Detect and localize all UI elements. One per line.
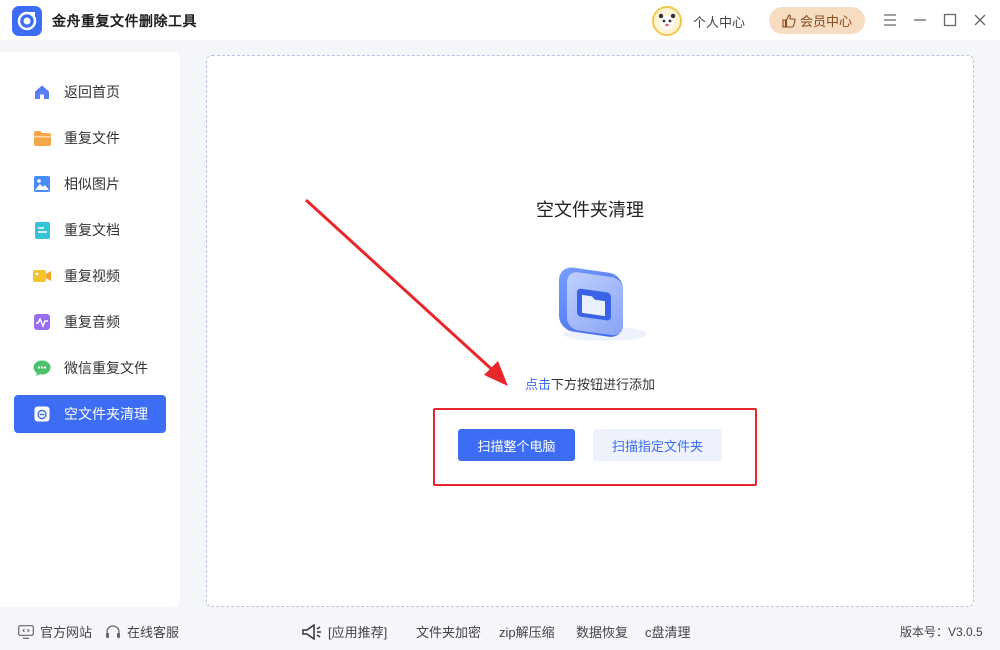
empty-folder-icon [33,405,51,423]
folder-illustration-icon [559,267,647,341]
app-recommend-label: [应用推荐] [328,625,388,640]
vip-center-label: 会员中心 [799,14,852,29]
document-icon [33,221,51,239]
hint-highlight: 点击 [524,377,551,392]
sidebar-item-empty-folder-cleanup[interactable]: 空文件夹清理 [14,395,166,433]
audio-icon [33,313,51,331]
sidebar-item-label: 重复文档 [64,222,120,238]
footer-link-c-drive-cleanup[interactable]: c盘清理 [645,622,691,641]
megaphone-icon [302,623,321,640]
sidebar-item-label: 重复文件 [64,130,120,146]
wechat-icon [33,359,51,377]
avatar[interactable] [652,6,682,36]
add-hint: 点击下方按钮进行添加 [207,374,973,393]
home-icon [33,83,51,101]
menu-icon[interactable] [882,12,898,28]
app-logo-icon [12,6,42,36]
hint-text: 下方按钮进行添加 [551,377,656,392]
scan-specific-folder-button[interactable]: 扫描指定文件夹 [593,429,722,461]
main-panel: 空文件夹清理 点击下方按钮进行添加 扫描整个电脑 扫描指定文件夹 [206,55,974,607]
user-profile[interactable]: 个人中心 [652,6,745,36]
headset-icon [106,624,120,638]
sidebar-item-duplicate-documents[interactable]: 重复文档 [14,211,166,249]
sidebar-item-home[interactable]: 返回首页 [14,73,166,111]
folder-icon [33,129,51,147]
video-icon [33,267,51,285]
personal-center-link[interactable]: 个人中心 [693,12,745,31]
footer-link-folder-encrypt[interactable]: 文件夹加密 [416,622,481,641]
maximize-icon[interactable] [942,12,958,28]
sidebar-item-duplicate-audio[interactable]: 重复音频 [14,303,166,341]
footer: 官方网站 在线客服 [应用推荐] 文件夹加密 zip解压缩 数据恢复 c盘清理 … [0,612,1000,650]
sidebar-item-label: 空文件夹清理 [64,406,148,422]
sidebar-item-label: 微信重复文件 [64,360,148,376]
scan-entire-computer-button[interactable]: 扫描整个电脑 [458,429,575,461]
official-website-label: 官方网站 [40,625,93,640]
sidebar-item-similar-images[interactable]: 相似图片 [14,165,166,203]
official-website-link[interactable]: 官方网站 [18,622,92,641]
sidebar-item-label: 相似图片 [64,176,120,192]
title-bar: 金舟重复文件删除工具 个人中心 会员中心 [0,0,1000,40]
close-icon[interactable] [972,12,988,28]
sidebar-item-duplicate-files[interactable]: 重复文件 [14,119,166,157]
version-label: 版本号：V3.0.5 [900,625,983,639]
sidebar-item-wechat-duplicates[interactable]: 微信重复文件 [14,349,166,387]
thumbs-up-icon [782,13,796,28]
online-support-link[interactable]: 在线客服 [105,622,179,641]
sidebar-item-label: 返回首页 [64,84,120,100]
image-icon [33,175,51,193]
page-title: 空文件夹清理 [536,200,644,220]
sidebar-item-label: 重复视频 [64,268,120,284]
online-support-label: 在线客服 [127,625,180,640]
vip-center-button[interactable]: 会员中心 [769,7,865,34]
sidebar-item-label: 重复音频 [64,314,120,330]
app-title: 金舟重复文件删除工具 [52,13,197,29]
sidebar: 返回首页 重复文件 相似图片 重复文档 重复视频 重复音频 微信重复文件 空文件… [0,52,180,607]
monitor-icon [18,624,34,639]
app-recommend: [应用推荐] [302,622,387,641]
footer-link-data-recovery[interactable]: 数据恢复 [576,622,628,641]
minimize-icon[interactable] [912,12,928,28]
footer-link-zip[interactable]: zip解压缩 [499,622,555,641]
sidebar-item-duplicate-videos[interactable]: 重复视频 [14,257,166,295]
